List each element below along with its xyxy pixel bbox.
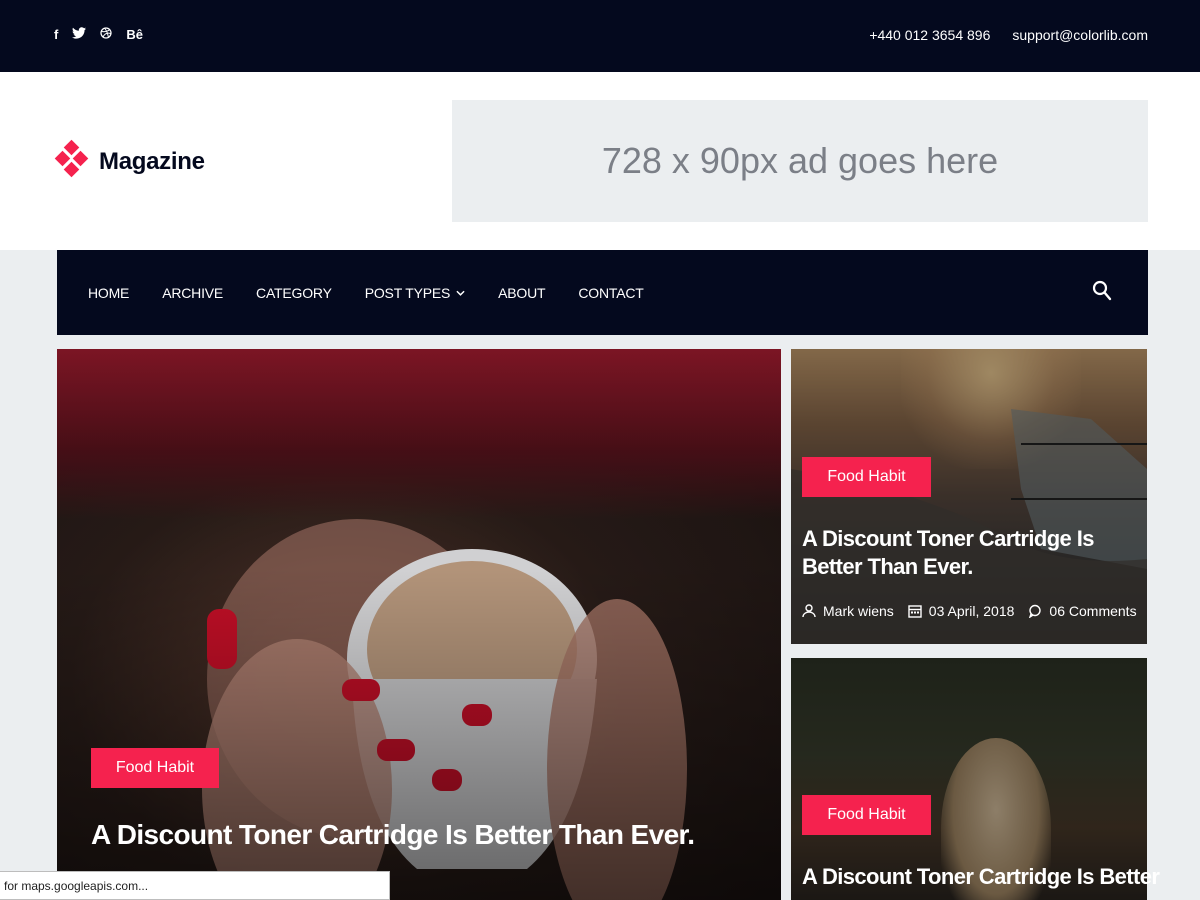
nav-item-category[interactable]: CATEGORY — [256, 285, 332, 301]
category-badge[interactable]: Food Habit — [91, 748, 219, 788]
ad-banner[interactable]: 728 x 90px ad goes here — [452, 100, 1148, 222]
logo-diamond-icon — [54, 139, 89, 182]
facebook-icon[interactable]: f — [54, 27, 58, 42]
logo-text: Magazine — [99, 148, 205, 175]
main-nav: HOME ARCHIVE CATEGORY POST TYPES ABOUT C… — [57, 250, 1148, 335]
site-logo[interactable]: Magazine — [54, 139, 205, 182]
phone-link[interactable]: +440 012 3654 896 — [869, 27, 990, 43]
search-icon[interactable] — [1092, 280, 1112, 302]
chevron-down-icon — [456, 290, 465, 296]
top-bar: f Bê +440 012 3654 896 support@colorlib.… — [0, 0, 1200, 72]
calendar-icon — [908, 605, 922, 618]
post-date: 03 April, 2018 — [908, 603, 1014, 619]
contact-info: +440 012 3654 896 support@colorlib.com — [869, 27, 1148, 43]
category-badge[interactable]: Food Habit — [802, 457, 931, 497]
ad-text: 728 x 90px ad goes here — [601, 140, 999, 181]
post-author[interactable]: Mark wiens — [802, 603, 894, 619]
nav-item-post-types[interactable]: POST TYPES — [365, 285, 465, 301]
dribbble-icon[interactable] — [100, 27, 112, 42]
status-text: for maps.googleapis.com... — [4, 879, 149, 893]
social-links: f Bê — [54, 27, 143, 42]
nav-item-archive[interactable]: ARCHIVE — [162, 285, 223, 301]
comment-icon — [1029, 604, 1042, 618]
nav-item-contact[interactable]: CONTACT — [578, 285, 643, 301]
post-title[interactable]: A Discount Toner Cartridge Is Better Tha… — [802, 525, 1132, 580]
email-link[interactable]: support@colorlib.com — [1012, 27, 1148, 43]
behance-icon[interactable]: Bê — [126, 27, 143, 42]
post-comments[interactable]: 06 Comments — [1028, 603, 1137, 619]
hero-post-title[interactable]: A Discount Toner Cartridge Is Better Tha… — [91, 817, 751, 852]
category-badge[interactable]: Food Habit — [802, 795, 931, 835]
site-header: Magazine 728 x 90px ad goes here — [0, 72, 1200, 250]
nav-item-home[interactable]: HOME — [88, 285, 129, 301]
user-icon — [802, 604, 816, 618]
twitter-icon[interactable] — [72, 27, 87, 42]
nav-item-about[interactable]: ABOUT — [498, 285, 545, 301]
browser-status-bar: for maps.googleapis.com... — [0, 871, 390, 900]
post-title[interactable]: A Discount Toner Cartridge Is Better — [802, 863, 1160, 891]
post-meta: Mark wiens 03 April, 2018 06 Comments — [802, 603, 1143, 619]
